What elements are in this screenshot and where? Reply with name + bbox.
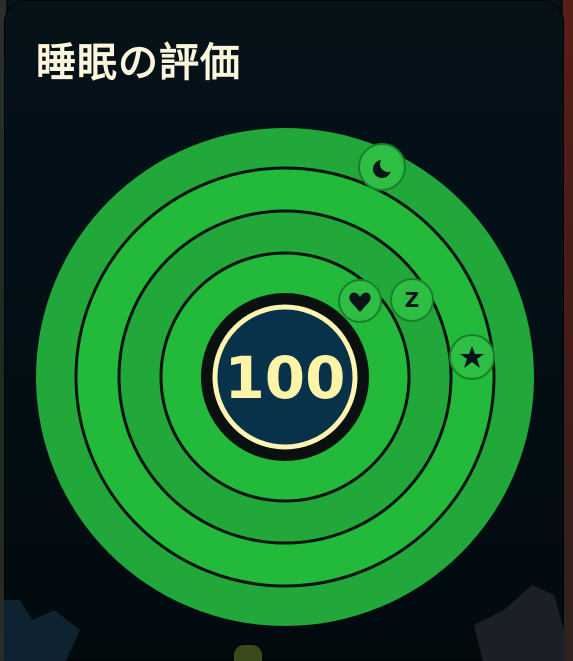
z-icon: Z <box>405 288 420 312</box>
star-badge[interactable] <box>449 334 495 380</box>
moon-badge[interactable] <box>358 143 406 191</box>
sleep-score-value: 100 <box>224 344 345 412</box>
background-edge-right <box>563 0 573 661</box>
heart-badge[interactable] <box>338 279 382 323</box>
bottom-center-decoration <box>234 645 266 661</box>
bottom-left-decoration <box>4 600 82 661</box>
z-badge[interactable]: Z <box>390 278 434 322</box>
bottom-right-decoration <box>474 585 564 661</box>
sleep-score-card: 睡眠の評価 100 Z <box>4 0 564 661</box>
sleep-rings-gauge: 100 Z <box>36 128 534 626</box>
